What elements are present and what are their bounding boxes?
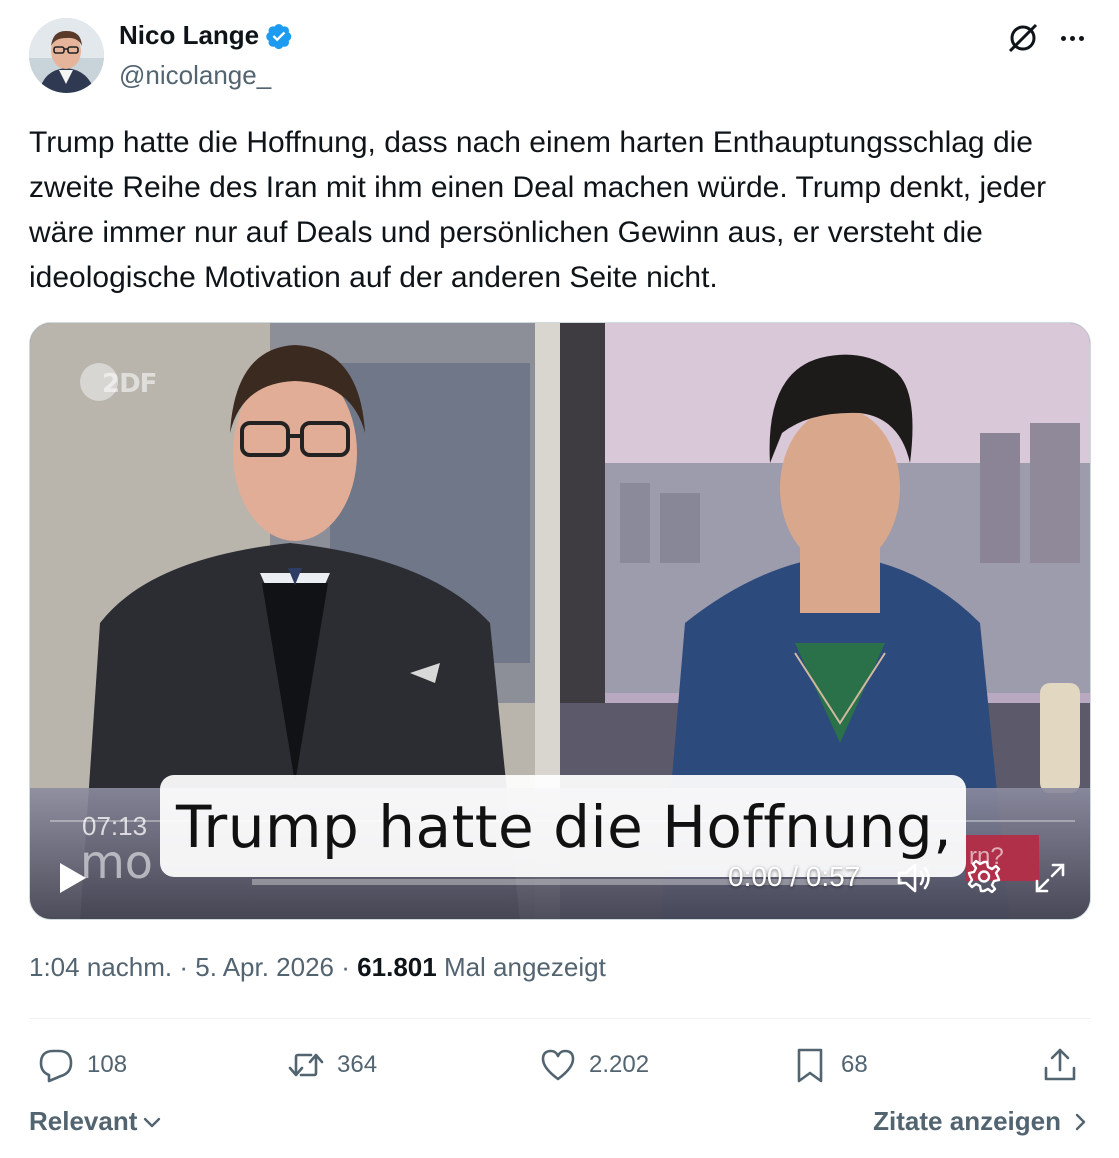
reply-count: 108: [87, 1051, 128, 1078]
like-count: 2.202: [589, 1051, 650, 1078]
settings-gear-icon[interactable]: [966, 859, 1002, 895]
view-quotes-link[interactable]: Zitate anzeigen: [873, 1106, 1091, 1137]
handle[interactable]: @nicolange_: [119, 60, 271, 91]
tweet-date[interactable]: 5. Apr. 2026: [195, 952, 334, 982]
show-logo-text: mo: [80, 835, 153, 889]
play-icon[interactable]: [58, 861, 88, 895]
chevron-down-icon: [144, 1117, 161, 1127]
sort-dropdown[interactable]: Relevant: [29, 1106, 163, 1137]
repost-icon: [288, 1053, 324, 1077]
tweet-header: Nico Lange @nicolange_: [29, 18, 1091, 98]
name-row: Nico Lange: [119, 20, 293, 51]
repost-count: 364: [337, 1051, 378, 1078]
share-button[interactable]: [1041, 1040, 1079, 1090]
heart-icon: [541, 1049, 575, 1081]
share-icon: [1044, 1048, 1076, 1081]
bookmark-count: 68: [841, 1051, 868, 1078]
view-quotes-label: Zitate anzeigen: [873, 1106, 1061, 1136]
repost-button[interactable]: 364: [287, 1040, 377, 1090]
tweet-time[interactable]: 1:04 nachm.: [29, 952, 172, 982]
reply-icon: [39, 1049, 73, 1083]
like-button[interactable]: 2.202: [539, 1040, 649, 1090]
meta-separator: ·: [179, 952, 188, 982]
video-time: 0:00 / 0:57: [728, 861, 861, 892]
video-player[interactable]: 2DF 07:13 mo rn? Trump hatte die Hoffnun…: [29, 322, 1091, 920]
bookmark-button[interactable]: 68: [791, 1040, 868, 1090]
verified-badge-icon[interactable]: [265, 22, 293, 50]
video-subtitle: Trump hatte die Hoffnung,: [176, 793, 953, 861]
tweet-text: Trump hatte die Hoffnung, dass nach eine…: [29, 126, 1047, 294]
bookmark-icon: [797, 1048, 823, 1083]
more-options-icon[interactable]: [1055, 24, 1089, 52]
chevron-right-icon: [1075, 1113, 1086, 1130]
zdf-logo: 2DF: [80, 363, 157, 403]
tweet-meta: 1:04 nachm. · 5. Apr. 2026 · 61.801 Mal …: [29, 952, 606, 983]
divider: [29, 1018, 1091, 1019]
volume-muted-icon[interactable]: [896, 861, 934, 895]
grok-icon[interactable]: [1005, 20, 1041, 56]
avatar[interactable]: [29, 18, 104, 93]
action-bar: 108 364 2.202 68: [29, 1040, 1091, 1090]
sort-label: Relevant: [29, 1106, 138, 1136]
views-label: Mal angezeigt: [443, 952, 606, 982]
reply-button[interactable]: 108: [37, 1040, 127, 1090]
display-name[interactable]: Nico Lange: [119, 20, 259, 51]
fullscreen-icon[interactable]: [1033, 861, 1067, 895]
meta-separator: ·: [341, 952, 350, 982]
views-count: 61.801: [357, 952, 437, 982]
